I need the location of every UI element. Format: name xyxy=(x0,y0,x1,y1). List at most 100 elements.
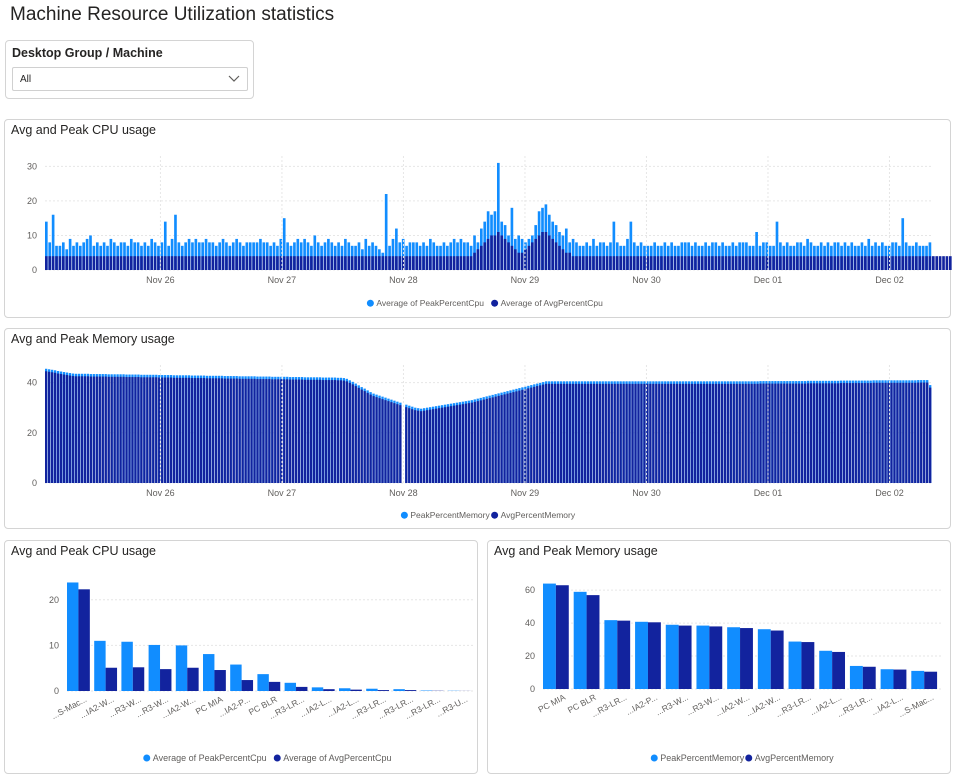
data-bar xyxy=(104,376,107,483)
data-bar xyxy=(161,377,164,483)
data-bar xyxy=(592,383,595,483)
data-bar xyxy=(551,238,555,270)
data-bar xyxy=(330,256,334,270)
data-bar xyxy=(298,379,301,483)
category-label: ...IA2-P... xyxy=(217,694,252,719)
slicer-card: Desktop Group / Machine All xyxy=(5,40,254,99)
data-bar xyxy=(640,383,643,483)
data-bar xyxy=(89,376,92,483)
data-bar xyxy=(228,256,232,270)
data-bar xyxy=(184,256,187,270)
data-bar xyxy=(541,232,544,270)
data-bar xyxy=(775,256,779,270)
data-bar xyxy=(128,377,131,483)
data-bar xyxy=(496,232,500,270)
data-bar xyxy=(464,403,468,483)
data-bar xyxy=(146,377,149,483)
data-bar xyxy=(303,256,306,270)
data-bar xyxy=(262,379,265,483)
data-bar xyxy=(78,589,90,691)
data-bar xyxy=(109,256,113,270)
data-bar xyxy=(238,256,242,270)
data-bar xyxy=(547,235,551,270)
legend-label: AvgPercentMemory xyxy=(501,510,576,520)
y-tick-label: 60 xyxy=(525,585,535,595)
mem-timeline-card: Avg and Peak Memory usage 0 20 40 Nov 26 Nov… xyxy=(4,328,951,529)
data-bar xyxy=(643,256,646,270)
data-bar xyxy=(191,256,194,270)
data-bar xyxy=(605,256,609,270)
data-bar xyxy=(473,401,476,483)
data-bar xyxy=(507,242,510,270)
data-bar xyxy=(660,256,663,270)
data-bar xyxy=(196,378,200,483)
data-bar xyxy=(512,392,515,483)
data-bar xyxy=(894,256,898,270)
data-bar xyxy=(208,256,211,270)
data-bar xyxy=(155,377,158,483)
data-bar xyxy=(626,256,629,270)
y-tick-label: 0 xyxy=(32,265,37,275)
data-bar xyxy=(721,256,724,270)
data-bar xyxy=(872,382,875,483)
data-bar xyxy=(201,256,204,270)
data-bar xyxy=(840,256,843,270)
data-bar xyxy=(94,640,106,691)
data-bar xyxy=(920,382,923,483)
data-bar xyxy=(284,682,297,691)
machine-dropdown[interactable]: All xyxy=(12,67,248,91)
data-bar xyxy=(568,383,572,483)
data-bar xyxy=(801,383,804,483)
data-bar xyxy=(205,378,209,483)
x-tick-label: Dec 02 xyxy=(875,275,904,285)
data-bar xyxy=(423,410,426,483)
data-bar xyxy=(902,382,905,483)
data-bar xyxy=(140,377,143,483)
data-bar xyxy=(717,256,721,270)
data-bar xyxy=(146,256,150,270)
data-bar xyxy=(357,256,361,270)
data-bar xyxy=(153,256,157,270)
data-bar xyxy=(202,378,206,483)
data-bar xyxy=(652,383,655,483)
data-bar xyxy=(123,256,126,270)
data-bar xyxy=(344,256,347,270)
data-bar xyxy=(938,256,942,270)
data-bar xyxy=(318,379,322,483)
data-bar xyxy=(839,383,843,483)
data-bar xyxy=(637,383,640,483)
data-bar xyxy=(167,256,170,270)
data-bar xyxy=(126,256,130,270)
data-bar xyxy=(905,382,908,483)
data-bar xyxy=(238,378,241,483)
data-bar xyxy=(230,664,242,691)
data-bar xyxy=(707,256,711,270)
data-bar xyxy=(140,256,143,270)
data-bar xyxy=(704,256,707,270)
data-bar xyxy=(586,383,590,483)
data-bar xyxy=(350,256,354,270)
data-bar xyxy=(629,256,633,270)
data-bar xyxy=(401,256,405,270)
data-bar xyxy=(693,383,697,483)
data-bar xyxy=(77,376,81,483)
y-tick-label: 20 xyxy=(27,428,37,438)
data-bar xyxy=(709,626,723,689)
data-bar xyxy=(300,379,304,483)
y-tick-label: 40 xyxy=(27,378,37,388)
data-bar xyxy=(565,383,569,483)
data-bar xyxy=(220,378,223,483)
data-bar xyxy=(792,383,795,483)
x-tick-label: Nov 26 xyxy=(146,488,175,498)
data-bar xyxy=(581,256,585,270)
data-bar xyxy=(924,671,938,689)
data-bar xyxy=(884,256,888,270)
data-bar xyxy=(75,256,79,270)
data-bar xyxy=(741,383,744,483)
y-tick-label: 10 xyxy=(49,640,59,650)
data-bar xyxy=(842,383,846,483)
data-bar xyxy=(789,256,792,270)
data-bar xyxy=(408,408,411,483)
data-bar xyxy=(398,256,402,270)
data-bar xyxy=(271,379,274,483)
